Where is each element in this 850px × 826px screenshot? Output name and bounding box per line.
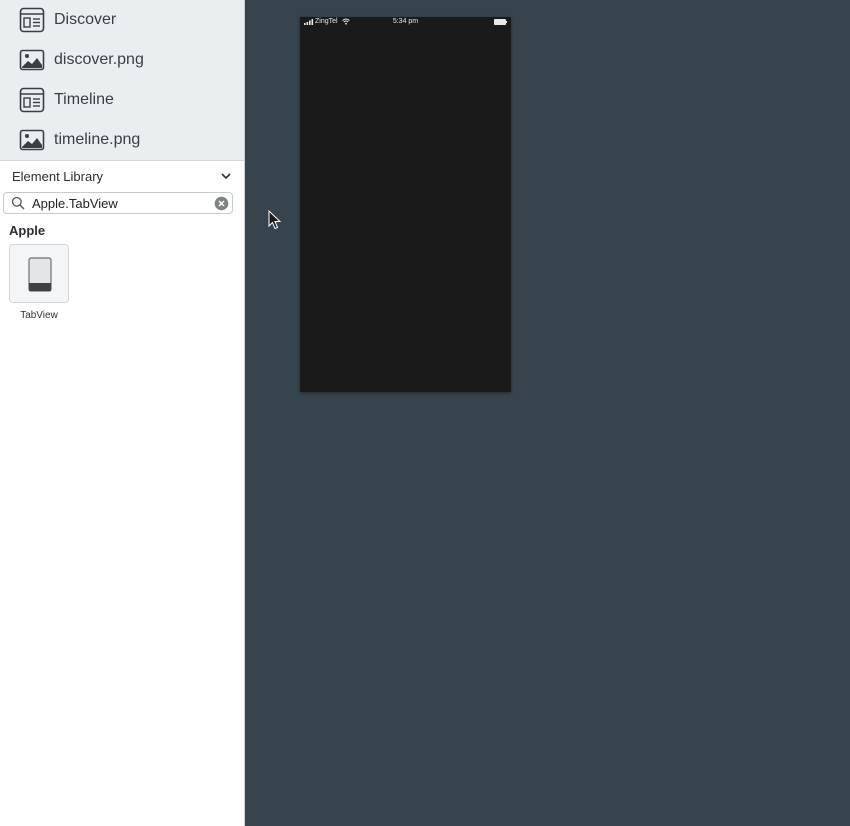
mouse-cursor-icon	[268, 210, 282, 230]
library-item-label: TabView	[20, 310, 58, 321]
phone-artboard[interactable]: ZingTel 5:34 pm	[300, 17, 511, 392]
chevron-down-icon[interactable]	[220, 171, 232, 181]
battery-icon	[494, 19, 507, 25]
file-item-label: timeline.png	[54, 131, 141, 148]
file-list: Discover discover.png Timeline timeline.…	[0, 0, 244, 161]
sidebar: Discover discover.png Timeline timeline.…	[0, 0, 245, 826]
status-time: 5:34 pm	[392, 18, 419, 25]
tabview-icon	[28, 257, 52, 292]
element-library-title: Element Library	[12, 169, 104, 184]
search-icon	[11, 196, 25, 210]
file-item-timeline[interactable]: Timeline	[0, 80, 244, 120]
file-item-discover[interactable]: Discover	[0, 0, 244, 40]
layout-icon	[19, 7, 45, 33]
image-icon	[19, 129, 45, 151]
file-item-label: discover.png	[54, 51, 144, 68]
library-search-box	[3, 192, 233, 214]
file-item-label: Discover	[54, 11, 117, 28]
library-group-title: Apple	[9, 223, 46, 238]
file-item-label: Timeline	[54, 91, 114, 108]
library-search-input[interactable]	[32, 196, 202, 211]
library-item-tabview[interactable]	[9, 244, 69, 303]
layout-icon	[19, 87, 45, 113]
status-bar: ZingTel 5:34 pm	[300, 17, 511, 28]
clear-search-icon[interactable]	[214, 196, 229, 211]
image-icon	[19, 49, 45, 71]
element-library-header[interactable]: Element Library	[0, 162, 244, 190]
file-item-timeline-png[interactable]: timeline.png	[0, 120, 244, 160]
file-item-discover-png[interactable]: discover.png	[0, 40, 244, 80]
